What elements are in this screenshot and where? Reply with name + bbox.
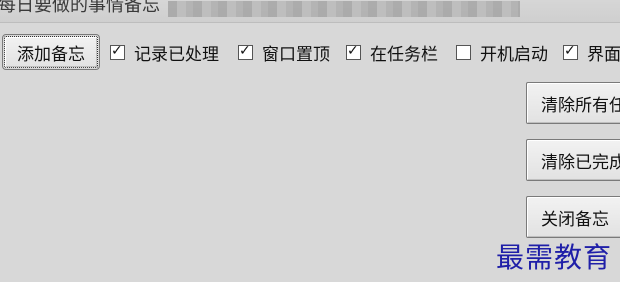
checkbox-record-processed[interactable]: ✓ 记录已处理: [110, 42, 219, 65]
checkbox-in-taskbar[interactable]: ✓ 在任务栏: [346, 42, 438, 65]
watermark-logo: 最需教育: [496, 241, 613, 274]
checkbox-label: 在任务栏: [370, 44, 438, 65]
add-memo-button[interactable]: 添加备忘: [2, 34, 100, 70]
blurred-title-region: [168, 1, 520, 17]
toolbar: 添加备忘 ✓ 记录已处理 ✓ 窗口置顶 ✓ 在任务栏 开机启动 ✓ 界面: [0, 34, 620, 70]
close-memo-button[interactable]: 关闭备忘: [526, 196, 620, 238]
checkbox-label: 开机启动: [480, 44, 548, 65]
checkbox-checked-icon[interactable]: ✓: [346, 43, 361, 60]
checkbox-startup[interactable]: 开机启动: [456, 42, 548, 65]
checkbox-checked-icon[interactable]: ✓: [238, 43, 253, 60]
checkbox-interface[interactable]: ✓ 界面: [563, 42, 620, 65]
checkbox-label: 记录已处理: [134, 44, 219, 65]
checkbox-checked-icon[interactable]: ✓: [110, 43, 125, 60]
checkbox-label: 界面: [587, 44, 620, 65]
title-bar: 每日要做的事情备忘: [0, 0, 620, 23]
checkbox-checked-icon[interactable]: ✓: [563, 43, 578, 60]
checkbox-unchecked-icon[interactable]: [456, 44, 471, 60]
clear-all-button[interactable]: 清除所有任: [526, 82, 620, 124]
window-title: 每日要做的事情备忘: [0, 0, 160, 16]
checkbox-window-on-top[interactable]: ✓ 窗口置顶: [238, 42, 330, 65]
clear-completed-button[interactable]: 清除已完成: [526, 139, 620, 181]
checkbox-label: 窗口置顶: [262, 44, 330, 65]
